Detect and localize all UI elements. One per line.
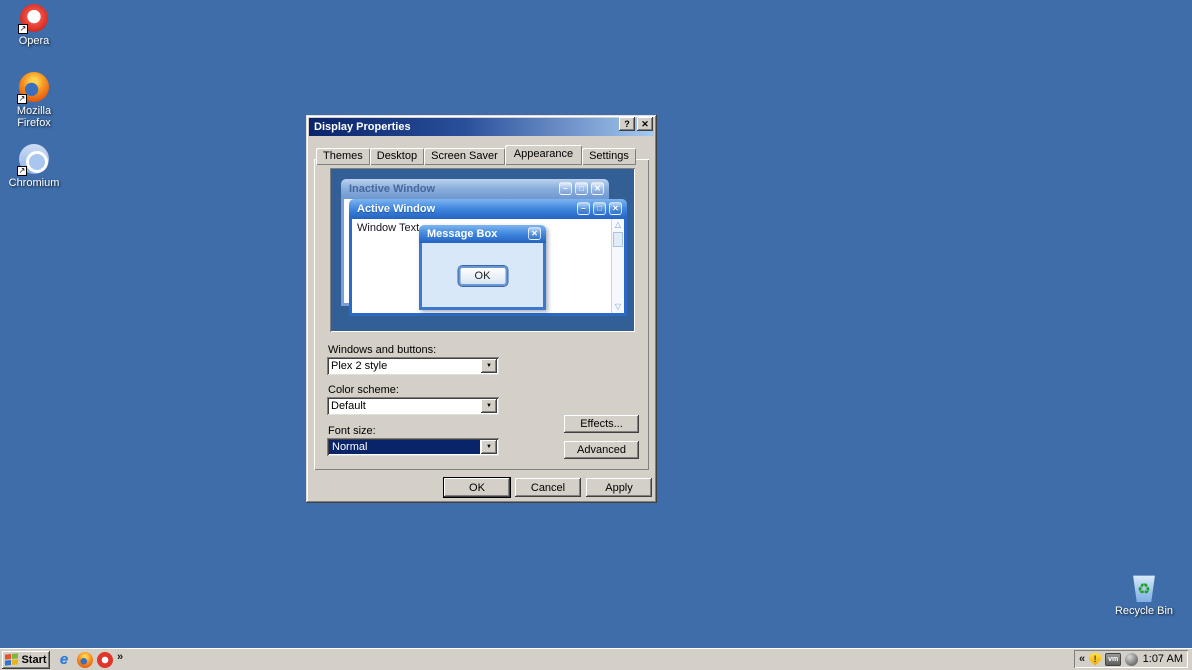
tab-themes[interactable]: Themes xyxy=(316,148,370,165)
preview-message-box-titlebar: Message Box ✕ xyxy=(419,225,546,243)
vmware-icon[interactable]: vm xyxy=(1105,653,1121,666)
taskbar: Start e » « ! vm 1:07 AM xyxy=(0,648,1192,670)
desktop-icon-label: Chromium xyxy=(9,177,60,189)
color-scheme-select[interactable]: Default ▼ xyxy=(327,397,499,415)
preview-window-text: Window Text xyxy=(357,222,419,234)
firefox-icon: ↗ xyxy=(19,72,49,102)
chevron-down-icon[interactable]: ▼ xyxy=(481,399,497,413)
color-scheme-value: Default xyxy=(331,400,479,412)
windows-logo-icon xyxy=(5,653,18,666)
appearance-preview: Inactive Window – □ ✕ Active Window – □ … xyxy=(330,168,635,332)
internet-explorer-icon: e xyxy=(56,652,72,668)
preview-scrollbar: △ ▽ xyxy=(611,219,624,313)
tray-collapse-chevron[interactable]: « xyxy=(1079,653,1085,665)
shortcut-arrow-icon: ↗ xyxy=(17,94,27,104)
tab-desktop[interactable]: Desktop xyxy=(370,148,424,165)
cancel-button[interactable]: Cancel xyxy=(515,478,581,497)
color-scheme-label: Color scheme: xyxy=(328,384,399,396)
firefox-icon xyxy=(77,652,93,668)
opera-icon xyxy=(97,652,113,668)
quicklaunch-overflow-chevron[interactable]: » xyxy=(117,651,123,663)
quicklaunch-opera[interactable] xyxy=(97,652,113,668)
close-icon: ✕ xyxy=(591,182,604,195)
chevron-down-icon[interactable]: ▼ xyxy=(481,440,497,454)
preview-inactive-title: Inactive Window xyxy=(349,183,435,195)
close-icon: ✕ xyxy=(528,227,541,240)
sphere-icon[interactable] xyxy=(1125,653,1138,666)
desktop-icon-label: Mozilla Firefox xyxy=(0,105,68,129)
apply-button[interactable]: Apply xyxy=(586,478,652,497)
desktop-icon-firefox[interactable]: ↗ Mozilla Firefox xyxy=(0,72,68,129)
tab-strip: Themes Desktop Screen Saver Appearance S… xyxy=(316,142,636,165)
font-size-value: Normal xyxy=(329,440,480,454)
chromium-icon: ↗ xyxy=(19,144,49,174)
help-button[interactable]: ? xyxy=(619,117,635,131)
desktop-icon-opera[interactable]: ↗ Opera xyxy=(0,4,68,47)
shortcut-arrow-icon: ↗ xyxy=(17,166,27,176)
windows-and-buttons-label: Windows and buttons: xyxy=(328,344,436,356)
close-icon: ✕ xyxy=(609,202,622,215)
scroll-up-icon: △ xyxy=(612,219,624,231)
maximize-icon: □ xyxy=(575,182,588,195)
ok-button[interactable]: OK xyxy=(444,478,510,497)
desktop-icon-label: Recycle Bin xyxy=(1115,605,1173,617)
recycle-bin-icon: ♻ xyxy=(1131,572,1157,602)
opera-icon: ↗ xyxy=(20,4,48,32)
scroll-thumb xyxy=(613,232,623,247)
tab-settings[interactable]: Settings xyxy=(582,148,636,165)
preview-active-title: Active Window xyxy=(357,203,435,215)
recycle-icon: ♻ xyxy=(1137,580,1150,598)
start-label: Start xyxy=(21,654,46,666)
preview-message-box: Message Box ✕ OK xyxy=(419,225,546,310)
close-button[interactable]: ✕ xyxy=(637,117,653,131)
quicklaunch-internet-explorer[interactable]: e xyxy=(56,652,72,668)
windows-and-buttons-value: Plex 2 style xyxy=(331,360,479,372)
preview-ok-button: OK xyxy=(458,266,507,286)
tab-appearance[interactable]: Appearance xyxy=(505,145,582,165)
desktop-icon-chromium[interactable]: ↗ Chromium xyxy=(0,144,68,189)
minimize-icon: – xyxy=(559,182,572,195)
dialog-titlebar[interactable]: Display Properties xyxy=(309,118,654,136)
tray-clock[interactable]: 1:07 AM xyxy=(1143,653,1183,665)
tab-screen-saver[interactable]: Screen Saver xyxy=(424,148,505,165)
desktop-icon-label: Opera xyxy=(19,35,50,47)
minimize-icon: – xyxy=(577,202,590,215)
desktop-icon-recycle-bin[interactable]: ♻ Recycle Bin xyxy=(1110,572,1178,617)
start-button[interactable]: Start xyxy=(2,651,50,669)
advanced-button[interactable]: Advanced xyxy=(564,441,639,459)
font-size-label: Font size: xyxy=(328,425,376,437)
preview-message-box-client: OK xyxy=(419,243,546,310)
font-size-select[interactable]: Normal ▼ xyxy=(327,438,499,456)
dialog-title: Display Properties xyxy=(314,121,411,133)
chevron-down-icon[interactable]: ▼ xyxy=(481,359,497,373)
security-shield-icon[interactable]: ! xyxy=(1089,653,1101,666)
scroll-down-icon: ▽ xyxy=(612,301,624,313)
display-properties-dialog: Display Properties ? ✕ Themes Desktop Sc… xyxy=(306,115,657,503)
quicklaunch-firefox[interactable] xyxy=(77,652,93,668)
preview-inactive-titlebar: Inactive Window – □ ✕ xyxy=(341,179,609,199)
desktop: ↗ Opera ↗ Mozilla Firefox ↗ Chromium ♻ R… xyxy=(0,0,1192,670)
maximize-icon: □ xyxy=(593,202,606,215)
preview-message-box-title: Message Box xyxy=(427,228,497,240)
shortcut-arrow-icon: ↗ xyxy=(18,24,28,34)
effects-button[interactable]: Effects... xyxy=(564,415,639,433)
preview-active-titlebar: Active Window – □ ✕ xyxy=(349,199,627,219)
system-tray: « ! vm 1:07 AM xyxy=(1074,650,1188,668)
windows-and-buttons-select[interactable]: Plex 2 style ▼ xyxy=(327,357,499,375)
